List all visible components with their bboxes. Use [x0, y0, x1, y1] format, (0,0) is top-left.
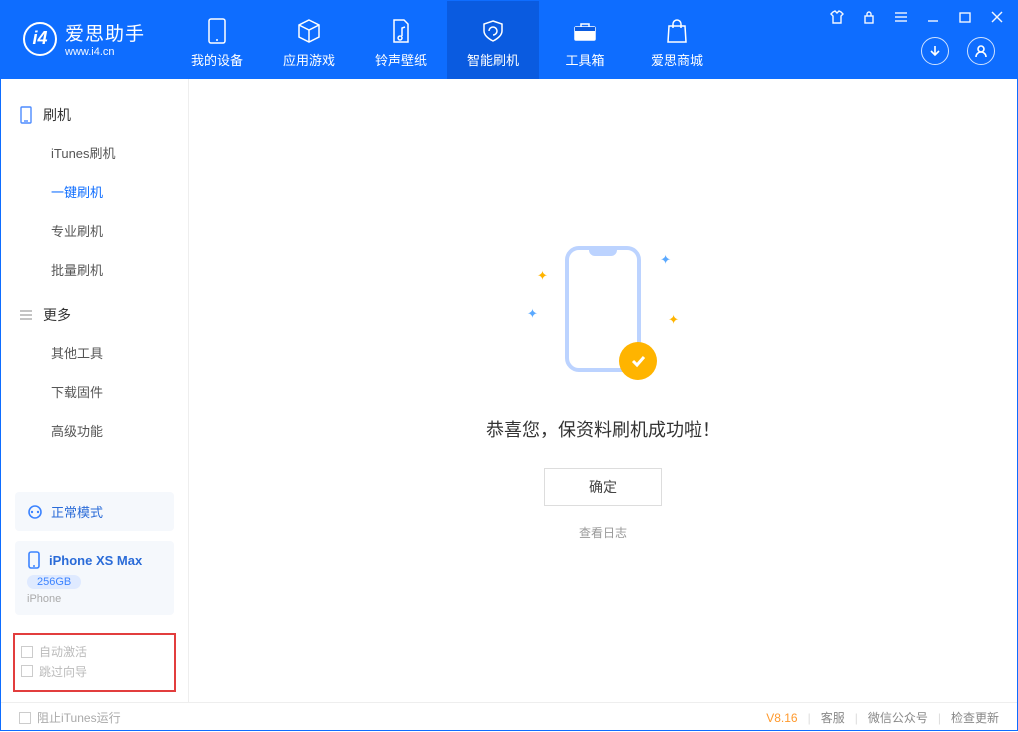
app-header: i4 爱思助手 www.i4.cn 我的设备 应用游戏 铃声壁纸 智能刷机 工具… — [1, 1, 1017, 79]
checkbox-block-itunes[interactable]: 阻止iTunes运行 — [19, 709, 121, 726]
sidebar-item-download-firmware[interactable]: 下载固件 — [1, 372, 188, 411]
sparkle-icon: ✦ — [527, 306, 538, 322]
sparkle-icon: ✦ — [668, 312, 679, 328]
app-logo: i4 爱思助手 www.i4.cn — [1, 1, 161, 58]
section-title: 更多 — [43, 305, 71, 325]
toolbox-icon — [572, 18, 598, 44]
checkbox-auto-activate[interactable]: 自动激活 — [21, 643, 87, 660]
tab-label: 爱思商城 — [651, 50, 703, 69]
mode-label: 正常模式 — [51, 502, 103, 521]
main-tabs: 我的设备 应用游戏 铃声壁纸 智能刷机 工具箱 爱思商城 — [171, 1, 723, 79]
status-bar: 阻止iTunes运行 V8.16 | 客服 | 微信公众号 | 检查更新 — [1, 702, 1017, 732]
check-badge-icon — [619, 342, 657, 380]
close-icon[interactable] — [989, 9, 1005, 25]
tab-label: 铃声壁纸 — [375, 50, 427, 69]
tab-toolbox[interactable]: 工具箱 — [539, 1, 631, 79]
device-icon — [204, 18, 230, 44]
sparkle-icon: ✦ — [537, 268, 548, 284]
sparkle-icon: ✦ — [660, 252, 671, 268]
sidebar-section-flash: 刷机 — [1, 97, 188, 133]
sidebar-item-other-tools[interactable]: 其他工具 — [1, 333, 188, 372]
storage-badge: 256GB — [27, 575, 81, 589]
phone-icon — [27, 551, 41, 569]
sidebar: 刷机 iTunes刷机 一键刷机 专业刷机 批量刷机 更多 其他工具 下载固件 … — [1, 79, 189, 702]
cube-icon — [296, 18, 322, 44]
sidebar-item-batch-flash[interactable]: 批量刷机 — [1, 250, 188, 289]
tab-ringtone-wallpaper[interactable]: 铃声壁纸 — [355, 1, 447, 79]
tab-label: 我的设备 — [191, 50, 243, 69]
tab-store[interactable]: 爱思商城 — [631, 1, 723, 79]
refresh-shield-icon — [480, 18, 506, 44]
sidebar-item-itunes-flash[interactable]: iTunes刷机 — [1, 133, 188, 172]
sidebar-item-pro-flash[interactable]: 专业刷机 — [1, 211, 188, 250]
bag-icon — [664, 18, 690, 44]
device-card[interactable]: iPhone XS Max 256GB iPhone — [15, 541, 174, 615]
tab-my-device[interactable]: 我的设备 — [171, 1, 263, 79]
version-label: V8.16 — [766, 711, 797, 725]
tab-apps-games[interactable]: 应用游戏 — [263, 1, 355, 79]
maximize-icon[interactable] — [957, 9, 973, 25]
footer-link-update[interactable]: 检查更新 — [951, 709, 999, 726]
app-name-en: www.i4.cn — [65, 46, 145, 58]
main-content: ✦ ✦ ✦ ✦ 恭喜您，保资料刷机成功啦！ 确定 查看日志 — [189, 79, 1017, 702]
logo-badge-icon: i4 — [23, 22, 57, 56]
header-right-actions — [921, 37, 995, 65]
footer-link-wechat[interactable]: 微信公众号 — [868, 709, 928, 726]
user-button[interactable] — [967, 37, 995, 65]
app-name-cn: 爱思助手 — [65, 19, 145, 46]
titlebar-controls — [829, 9, 1005, 25]
tshirt-icon[interactable] — [829, 9, 845, 25]
download-button[interactable] — [921, 37, 949, 65]
tab-label: 应用游戏 — [283, 50, 335, 69]
success-illustration: ✦ ✦ ✦ ✦ — [523, 240, 683, 390]
section-title: 刷机 — [43, 105, 71, 125]
view-log-link[interactable]: 查看日志 — [579, 524, 627, 541]
tab-smart-flash[interactable]: 智能刷机 — [447, 1, 539, 79]
device-model: iPhone XS Max — [49, 553, 142, 568]
sidebar-item-advanced[interactable]: 高级功能 — [1, 411, 188, 450]
mode-card[interactable]: 正常模式 — [15, 492, 174, 531]
tab-label: 工具箱 — [566, 50, 605, 69]
music-file-icon — [388, 18, 414, 44]
ok-button[interactable]: 确定 — [544, 468, 662, 506]
menu-icon[interactable] — [893, 9, 909, 25]
sidebar-item-oneclick-flash[interactable]: 一键刷机 — [1, 172, 188, 211]
device-type: iPhone — [27, 593, 61, 605]
lock-icon[interactable] — [861, 9, 877, 25]
tab-label: 智能刷机 — [467, 50, 519, 69]
sidebar-section-more: 更多 — [1, 297, 188, 333]
checkbox-skip-guide[interactable]: 跳过向导 — [21, 663, 87, 680]
footer-link-support[interactable]: 客服 — [821, 709, 845, 726]
cycle-icon — [27, 504, 43, 520]
minimize-icon[interactable] — [925, 9, 941, 25]
options-highlight-box: 自动激活 跳过向导 — [13, 633, 176, 692]
success-message: 恭喜您，保资料刷机成功啦！ — [486, 416, 720, 442]
